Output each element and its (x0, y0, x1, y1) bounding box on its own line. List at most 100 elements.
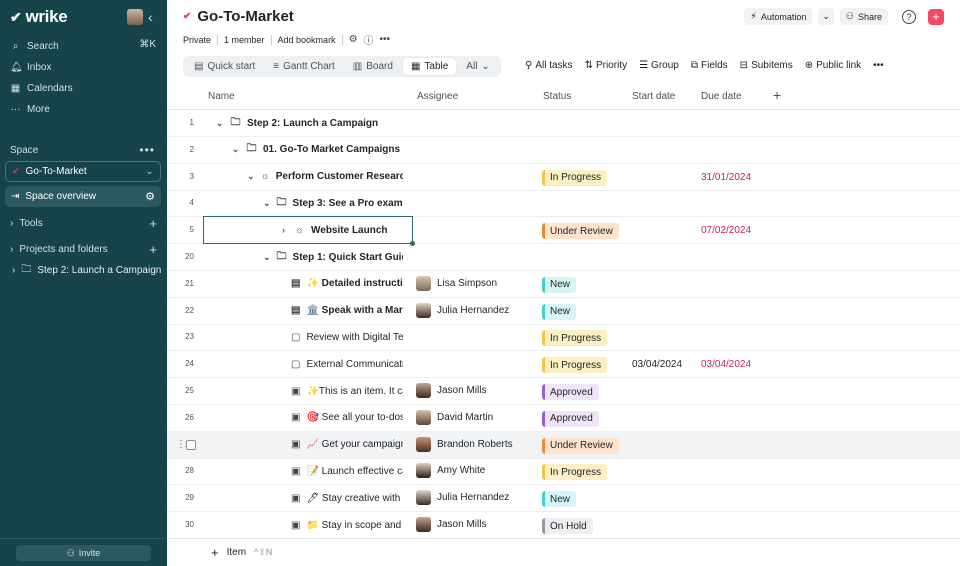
subitems-button[interactable]: ⊟ Subitems (740, 60, 793, 71)
row-checkbox[interactable] (186, 439, 196, 450)
info-icon[interactable]: ⓘ (364, 32, 374, 47)
tab-gantt-chart[interactable]: ≡ Gantt Chart (265, 58, 343, 75)
members-link[interactable]: 1 member (224, 35, 265, 45)
row-name-cell[interactable]: ⌄ ☼ Perform Customer Research and (247, 169, 403, 185)
priority-button[interactable]: ⇅ Priority (585, 60, 628, 71)
privacy-toggle[interactable]: Private (183, 35, 211, 45)
row-name-cell[interactable]: ⌄ 🗀 Step 2: Launch a Campaign (215, 115, 403, 131)
gear-icon[interactable]: ⚙ (145, 190, 155, 203)
row-name-cell[interactable]: ⌄ 🗀 Step 1: Quick Start Guide (263, 249, 403, 265)
status-badge[interactable]: Approved (542, 384, 599, 400)
row-name-cell[interactable]: ⌄ 🗀 01. Go-To Market Campaigns (231, 142, 403, 158)
public-link-button[interactable]: ⊕ Public link (805, 60, 861, 71)
row-name-cell[interactable]: › ☼ Website Launch (279, 222, 403, 238)
table-row[interactable]: 23 ▢ Review with Digital Team In Progress (167, 324, 960, 352)
group-button[interactable]: ☰ Group (639, 60, 679, 71)
row-name-cell[interactable]: ▣ ✨This is an item. It can (291, 383, 403, 399)
add-project-icon[interactable]: + (149, 242, 157, 257)
row-name-cell[interactable]: ▣ 🖊 Stay creative with sets (291, 490, 403, 506)
table-row[interactable]: 4 ⌄ 🗀 Step 3: See a Pro example (167, 190, 960, 218)
tab-table[interactable]: ▦ Table (402, 58, 457, 75)
table-row[interactable]: 25 ▣ ✨This is an item. It can Jason Mills Ap… (167, 378, 960, 405)
sidebar-tree-item[interactable]: › 🗀 Step 2: Launch a Campaign (12, 262, 161, 278)
table-row[interactable]: 24 ▢ External Communications In Progress 03/… (167, 351, 960, 379)
row-name-cell[interactable]: ▣ 📝 Launch effective campaigns (291, 463, 403, 479)
automation-button[interactable]: ⚡︎ Automation (744, 8, 813, 25)
status-badge[interactable]: New (542, 491, 577, 508)
tab-quick-start[interactable]: ▤ Quick start (186, 58, 263, 75)
chevron-down-icon[interactable]: ⌄ (231, 144, 240, 155)
column-name[interactable]: Name (208, 91, 235, 102)
table-row[interactable]: 30 ▣ 📁 Stay in scope and never Jason Mills O… (167, 512, 960, 539)
table-row[interactable]: 20 ⌄ 🗀 Step 1: Quick Start Guide (167, 244, 960, 271)
column-start-date[interactable]: Start date (632, 91, 675, 102)
table-row[interactable]: 2 ⌄ 🗀 01. Go-To Market Campaigns (167, 137, 960, 164)
chevron-down-icon[interactable]: ⌄ (263, 198, 271, 209)
table-row[interactable]: 28 ▣ 📝 Launch effective campaigns Amy White… (167, 458, 960, 486)
due-date[interactable]: 03/04/2024 (701, 359, 751, 370)
table-row[interactable]: 5 › ☼ Website Launch Under Review 07/02/2024 (167, 217, 960, 245)
automation-dropdown[interactable]: ⌄ (818, 8, 834, 25)
assignee-cell[interactable]: Julia Hernandez (416, 490, 509, 506)
chevron-right-icon[interactable]: › (279, 225, 288, 235)
row-name-cell[interactable]: ▤ ✨ Detailed instructions (291, 276, 403, 292)
status-badge[interactable]: In Progress (542, 169, 608, 186)
add-item-row[interactable]: + Item ^⇧N (167, 538, 960, 566)
add-column-icon[interactable]: + (773, 87, 781, 103)
status-badge[interactable]: Under Review (542, 223, 619, 240)
sidebar-item-calendars[interactable]: ▦ Calendars (10, 80, 73, 96)
table-row[interactable]: 29 ▣ 🖊 Stay creative with sets Julia Hernan… (167, 485, 960, 513)
status-badge[interactable]: New (542, 303, 577, 320)
more-dots-icon[interactable]: ••• (380, 34, 391, 45)
status-badge[interactable]: Approved (542, 410, 599, 427)
create-new-button[interactable]: + (928, 8, 944, 25)
row-name-cell[interactable]: ▢ External Communications (291, 356, 403, 372)
help-icon[interactable]: ? (902, 9, 916, 24)
status-badge[interactable]: In Progress (542, 357, 608, 374)
sidebar-item-tools[interactable]: › Tools + (10, 215, 157, 231)
status-badge[interactable]: On Hold (542, 518, 593, 534)
sidebar-item-space-overview[interactable]: ⇥ Space overview ⚙ (5, 186, 161, 207)
collapse-sidebar-icon[interactable]: ‹ (148, 9, 153, 25)
assignee-cell[interactable]: Jason Mills (416, 383, 486, 398)
status-badge[interactable]: In Progress (542, 330, 608, 347)
invite-button[interactable]: ⚇ Invite (16, 545, 151, 561)
row-name-cell[interactable]: ▤ 🏛️ Speak with a Marketing (291, 303, 403, 319)
gear-icon[interactable]: ⚙ (349, 34, 358, 45)
status-badge[interactable]: In Progress (542, 464, 608, 481)
wrike-logo[interactable]: ✔ wrike (10, 7, 68, 27)
fill-handle[interactable] (410, 241, 415, 246)
space-selector[interactable]: ✔ Go-To-Market ⌄ (5, 161, 161, 182)
sidebar-item-inbox[interactable]: 🔔︎ Inbox (10, 59, 51, 75)
sidebar-item-projects[interactable]: › Projects and folders + (10, 241, 157, 257)
row-name-cell[interactable]: ▢ Review with Digital Team (291, 329, 403, 345)
assignee-cell[interactable]: David Martin (416, 409, 493, 425)
assignee-cell[interactable]: Amy White (416, 463, 485, 479)
status-badge[interactable]: New (542, 276, 577, 293)
add-bookmark-button[interactable]: Add bookmark (278, 35, 336, 45)
chevron-down-icon[interactable]: ⌄ (263, 252, 271, 263)
fields-button[interactable]: ⧉ Fields (691, 60, 728, 71)
column-status[interactable]: Status (543, 91, 571, 102)
due-date[interactable]: 07/02/2024 (701, 225, 751, 236)
more-dots-icon[interactable]: ••• (873, 60, 884, 71)
user-avatar[interactable] (127, 9, 143, 25)
start-date[interactable]: 03/04/2024 (632, 359, 682, 370)
tab-board[interactable]: ▥ Board (345, 58, 401, 75)
table-row[interactable]: 1 ⌄ 🗀 Step 2: Launch a Campaign (167, 110, 960, 137)
table-row[interactable]: 21 ▤ ✨ Detailed instructions Lisa Simpson Ne… (167, 271, 960, 298)
row-name-cell[interactable]: ▣ 📁 Stay in scope and never (291, 517, 403, 533)
tab-all-views[interactable]: All ⌄ (458, 58, 498, 75)
assignee-cell[interactable]: Brandon Roberts (416, 436, 513, 452)
page-title[interactable]: Go-To-Market (197, 8, 293, 25)
sidebar-item-search[interactable]: ⌕ Search (10, 38, 59, 54)
sidebar-item-more[interactable]: ··· More (10, 101, 50, 117)
assignee-cell[interactable]: Jason Mills (416, 517, 486, 532)
add-tool-icon[interactable]: + (149, 216, 157, 231)
chevron-down-icon[interactable]: ⌄ (247, 171, 255, 182)
column-assignee[interactable]: Assignee (417, 91, 458, 102)
table-row[interactable]: 27▣📈 Get your campaigns⋮⋮Brandon Roberts… (167, 431, 960, 459)
filter-all-tasks-button[interactable]: ⚲ All tasks (525, 60, 573, 71)
status-badge[interactable]: Under Review (542, 437, 619, 454)
due-date[interactable]: 31/01/2024 (701, 172, 751, 183)
